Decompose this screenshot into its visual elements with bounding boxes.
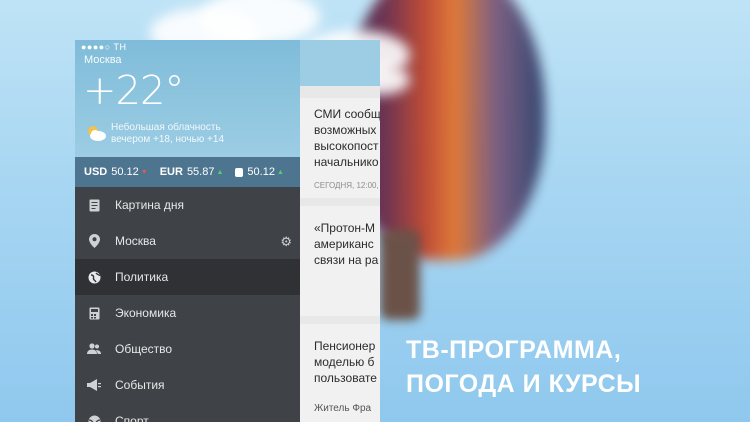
- weather-temperature: +22°: [83, 68, 184, 114]
- promo-caption-line2: ПОГОДА И КУРСЫ: [406, 370, 642, 398]
- menu-item-sport[interactable]: Спорт: [75, 403, 300, 422]
- calculator-icon: [87, 306, 101, 320]
- globe-icon: [87, 270, 101, 284]
- news-header: [300, 40, 380, 86]
- megaphone-icon: [87, 378, 101, 392]
- ball-icon: [87, 414, 101, 422]
- people-icon: [87, 342, 101, 356]
- news-title: СМИ сообщ возможных высокопост начальник…: [314, 107, 380, 169]
- partly-cloudy-icon: [88, 126, 106, 141]
- rate-oil: 50.12 ▲: [235, 166, 284, 178]
- arrow-down-icon: ▼: [140, 168, 148, 176]
- weather-city: Москва: [84, 54, 122, 66]
- rate-eur: EUR 55.87 ▲: [159, 166, 224, 178]
- news-meta: СЕГОДНЯ, 12:00,: [314, 181, 379, 190]
- location-pin-icon: [87, 234, 101, 248]
- gear-icon[interactable]: ⚙: [280, 234, 292, 250]
- promo-caption-line1: ТВ-ПРОГРАММА,: [406, 336, 622, 364]
- news-list[interactable]: СМИ сообщ возможных высокопост начальник…: [300, 40, 380, 422]
- weather-widget[interactable]: ●●●●○ TH Москва +22° Небольшая облачност…: [75, 40, 300, 157]
- phone-screen: СМИ сообщ возможных высокопост начальник…: [75, 40, 380, 422]
- menu-item-politika[interactable]: Политика: [75, 259, 300, 295]
- news-title: «Протон-М американс связи на ра: [314, 221, 379, 267]
- section-menu: Картина дня Москва ⚙ Политика Экономика: [75, 187, 300, 422]
- menu-item-moskva[interactable]: Москва ⚙: [75, 223, 300, 259]
- news-card[interactable]: Пенсионер моделью б пользовате Житель Фр…: [300, 324, 380, 422]
- menu-item-obshchestvo[interactable]: Общество: [75, 331, 300, 367]
- news-snippet: Житель Фра: [314, 403, 372, 414]
- status-bar-carrier: ●●●●○ TH: [81, 42, 127, 52]
- rate-usd: USD 50.12 ▼: [84, 166, 148, 178]
- menu-item-sobytiya[interactable]: События: [75, 367, 300, 403]
- arrow-up-icon: ▲: [276, 168, 284, 176]
- document-icon: [87, 198, 101, 212]
- weather-description: Небольшая облачность вечером +18, ночью …: [111, 122, 225, 145]
- menu-item-kartina-dnya[interactable]: Картина дня: [75, 187, 300, 223]
- currency-rates-bar[interactable]: USD 50.12 ▼ EUR 55.87 ▲ 50.12 ▲: [75, 157, 300, 187]
- news-title: Пенсионер моделью б пользовате: [314, 339, 377, 385]
- arrow-up-icon: ▲: [216, 168, 224, 176]
- balloon-basket-image: [380, 230, 420, 320]
- news-card[interactable]: «Протон-М американс связи на ра: [300, 206, 380, 316]
- navigation-drawer: ●●●●○ TH Москва +22° Небольшая облачност…: [75, 40, 300, 422]
- news-card[interactable]: СМИ сообщ возможных высокопост начальник…: [300, 98, 380, 198]
- oil-barrel-icon: [235, 167, 244, 177]
- menu-item-ekonomika[interactable]: Экономика: [75, 295, 300, 331]
- promo-caption: ТВ-ПРОГРАММА, ПОГОДА И КУРСЫ: [406, 333, 641, 401]
